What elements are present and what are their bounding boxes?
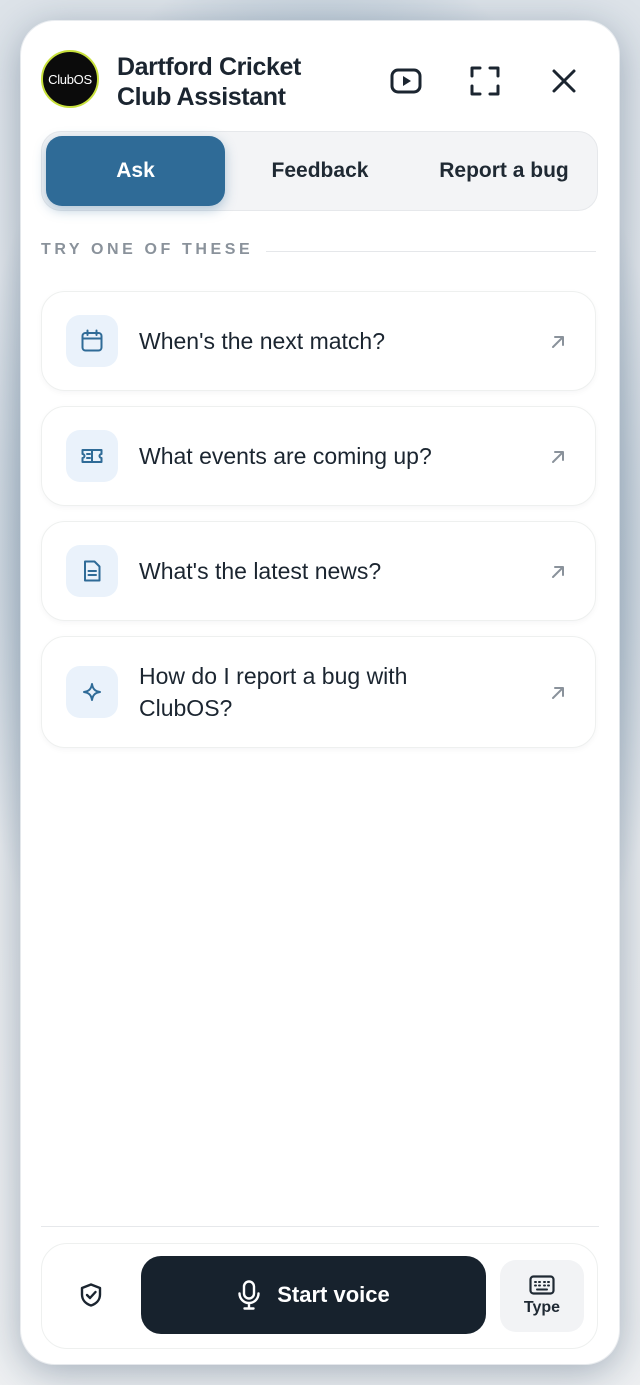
suggestion-icon-tile — [66, 545, 118, 597]
mode-tabs: Ask Feedback Report a bug — [41, 131, 598, 211]
calendar-icon — [81, 329, 103, 352]
ticket-icon — [81, 449, 103, 463]
suggestion-latest-news[interactable]: What's the latest news? — [41, 521, 596, 621]
start-voice-button[interactable]: Start voice — [141, 1256, 486, 1334]
footer-divider — [41, 1226, 599, 1227]
document-icon — [84, 560, 101, 582]
keyboard-icon — [529, 1275, 555, 1295]
type-label: Type — [523, 1299, 561, 1316]
suggestion-next-match[interactable]: When's the next match? — [41, 291, 596, 391]
arrow-up-right-icon — [552, 566, 564, 578]
sparkle-icon — [83, 683, 101, 701]
club-logo: ClubOS — [41, 50, 99, 108]
play-video-button[interactable] — [384, 59, 428, 103]
suggestions-heading: TRY ONE OF THESE — [41, 241, 254, 258]
heading-divider — [266, 251, 596, 252]
close-icon — [552, 69, 576, 93]
suggestion-text: How do I report a bug with ClubOS? — [139, 663, 408, 721]
play-video-icon — [390, 68, 422, 94]
tab-feedback[interactable]: Feedback — [229, 136, 411, 206]
tab-report-bug[interactable]: Report a bug — [415, 136, 593, 206]
arrow-up-right-icon — [552, 336, 564, 348]
suggestion-text: What events are coming up? — [139, 443, 432, 469]
fullscreen-button[interactable] — [463, 59, 507, 103]
close-button[interactable] — [542, 59, 586, 103]
arrow-up-right-icon — [552, 451, 564, 463]
widget-header: ClubOS Dartford Cricket Club Assistant — [21, 21, 619, 131]
logo-text: ClubOS — [48, 71, 92, 87]
assistant-title: Dartford Cricket Club Assistant — [117, 53, 301, 111]
fullscreen-icon — [470, 66, 500, 96]
suggestion-events[interactable]: What events are coming up? — [41, 406, 596, 506]
suggestion-icon-tile — [66, 315, 118, 367]
tab-ask[interactable]: Ask — [46, 136, 225, 206]
type-button[interactable]: Type — [500, 1260, 584, 1332]
suggestion-report-bug[interactable]: How do I report a bug with ClubOS? — [41, 636, 596, 748]
assistant-widget: ClubOS Dartford Cricket Club Assistant A… — [21, 21, 619, 1364]
suggestion-icon-tile — [66, 430, 118, 482]
microphone-icon — [238, 1280, 260, 1310]
input-bar: Start voice Type — [41, 1243, 598, 1349]
arrow-up-right-icon — [552, 687, 564, 699]
suggestion-text: When's the next match? — [139, 328, 386, 354]
suggestion-icon-tile — [66, 666, 118, 718]
suggestion-text: What's the latest news? — [139, 558, 382, 584]
shield-check-icon — [80, 1283, 102, 1307]
start-voice-label: Start voice — [277, 1282, 390, 1307]
